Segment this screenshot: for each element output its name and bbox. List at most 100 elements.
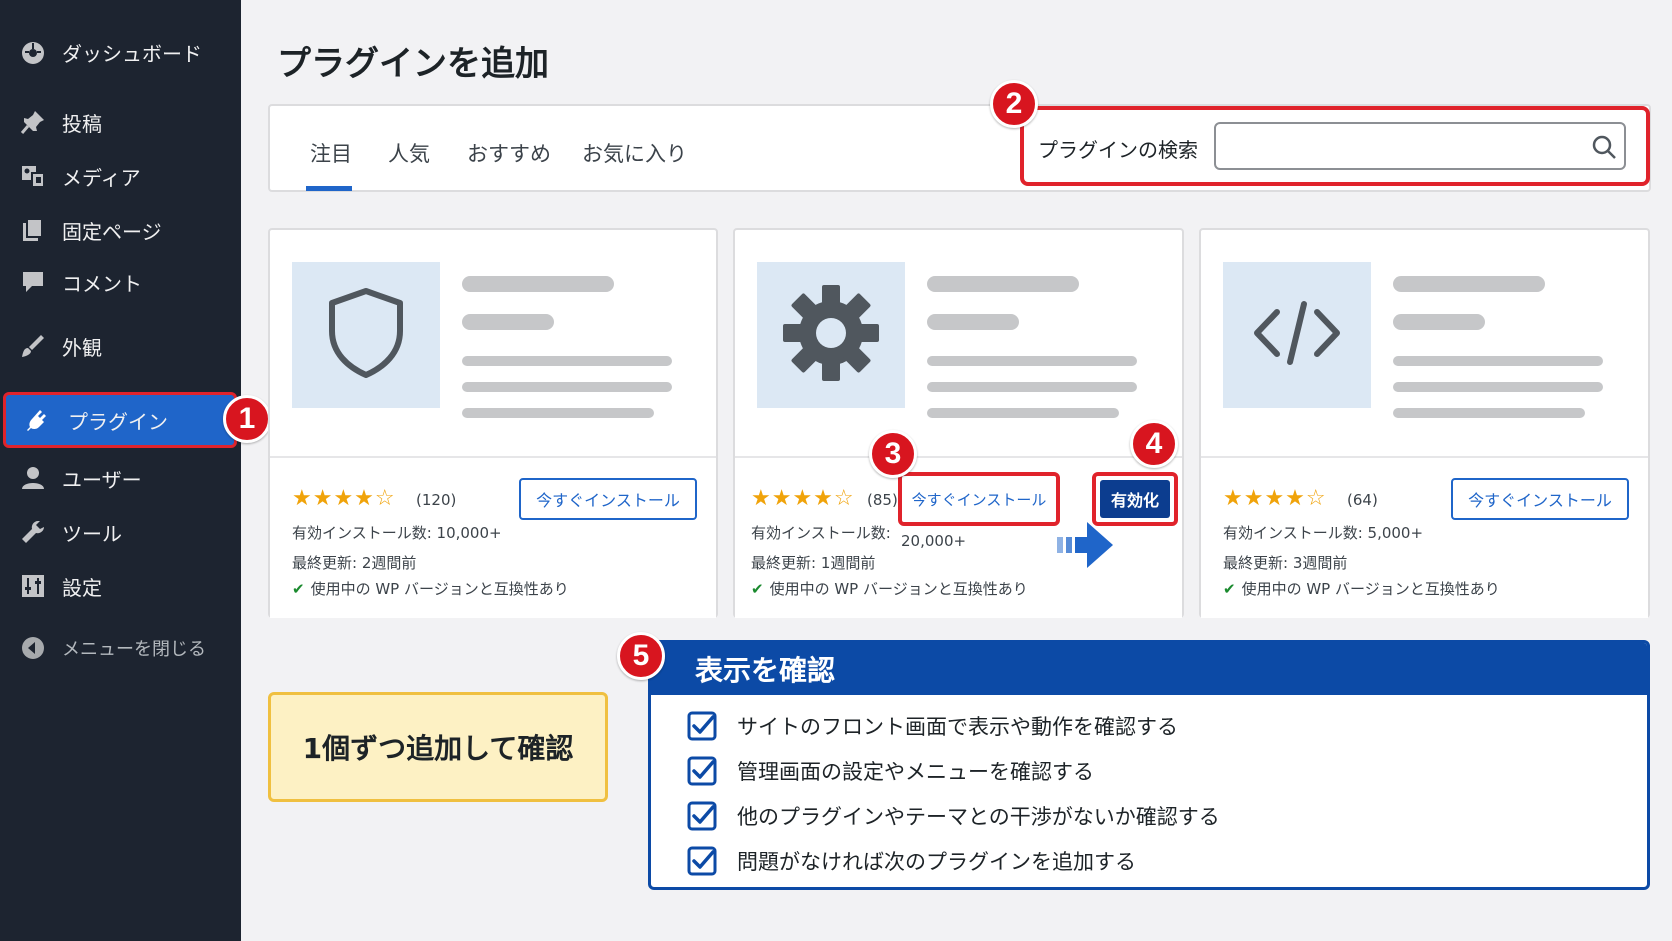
search-label: プラグインの検索 xyxy=(1038,138,1198,162)
settings-icon xyxy=(18,572,48,600)
placeholder-line xyxy=(1393,276,1545,292)
tab-featured[interactable]: 注目 xyxy=(310,138,352,168)
sidebar-collapse-menu[interactable]: メニューを閉じる xyxy=(0,624,241,672)
active-installs-label: 有効インストール数: xyxy=(751,524,891,542)
activate-button[interactable]: 有効化 xyxy=(1100,480,1170,518)
sidebar-item-label: メディア xyxy=(62,165,141,190)
checklist-item: 他のプラグインやテーマとの干渉がないか確認する xyxy=(687,801,1220,831)
plugin-card: ★★★★☆ (64) 有効インストール数: 5,000+ 最終更新: 3週間前 … xyxy=(1199,228,1650,618)
step-badge-4: 4 xyxy=(1130,420,1178,468)
plugin-thumbnail xyxy=(292,262,440,408)
star-rating: ★★★★☆ xyxy=(292,486,396,511)
star-rating: ★★★★☆ xyxy=(751,486,855,511)
tab-favorites[interactable]: お気に入り xyxy=(582,138,687,168)
check-icon: ✔ xyxy=(292,580,305,598)
tip-note: 1個ずつ追加して確認 xyxy=(268,692,608,802)
sidebar-item-posts[interactable]: 投稿 xyxy=(0,98,241,146)
sidebar-item-label: 外観 xyxy=(62,335,102,360)
sidebar-item-label: ダッシュボード xyxy=(62,41,202,66)
step-badge-5: 5 xyxy=(617,632,665,680)
step-badge-2: 2 xyxy=(990,80,1038,128)
compatibility-note: ✔ 使用中の WP バージョンと互換性あり xyxy=(751,580,1028,598)
plugin-thumbnail xyxy=(757,262,905,408)
collapse-icon xyxy=(18,634,48,662)
sidebar-item-label: 設定 xyxy=(62,575,102,600)
sidebar-item-media[interactable]: メディア xyxy=(0,152,241,200)
placeholder-line xyxy=(1393,314,1485,330)
plugin-thumbnail xyxy=(1223,262,1371,408)
comment-icon xyxy=(18,268,48,296)
sidebar-item-tools[interactable]: ツール xyxy=(0,508,241,556)
placeholder-line xyxy=(927,382,1137,392)
placeholder-line xyxy=(1393,408,1585,418)
tab-popular[interactable]: 人気 xyxy=(388,138,430,168)
verify-checklist-panel: 表示を確認 サイトのフロント画面で表示や動作を確認する 管理画面の設定やメニュー… xyxy=(648,640,1650,890)
page-title: プラグインを追加 xyxy=(277,44,549,84)
sidebar-item-label: コメント xyxy=(62,271,142,296)
plugin-card: ★★★★☆ (85) 有効インストール数: 20,000+ 最終更新: 1週間前… xyxy=(733,228,1184,618)
active-installs: 有効インストール数: 10,000+ xyxy=(292,524,502,542)
checklist-item: サイトのフロント画面で表示や動作を確認する xyxy=(687,711,1178,741)
checklist-item: 問題がなければ次のプラグインを追加する xyxy=(687,846,1136,876)
plugin-icon xyxy=(24,406,54,434)
active-installs-value: 20,000+ xyxy=(901,532,967,550)
admin-sidebar: ダッシュボード 投稿 メディア 固定ページ コメント 外観 プラグイン ユーザー… xyxy=(0,0,241,941)
checkbox-checked-icon xyxy=(687,711,717,741)
sidebar-item-label: プラグイン xyxy=(68,409,168,434)
last-updated: 最終更新: 2週間前 xyxy=(292,554,417,572)
active-installs: 有効インストール数: 5,000+ xyxy=(1223,524,1424,542)
page-icon xyxy=(18,216,48,244)
placeholder-line xyxy=(462,408,654,418)
checkbox-checked-icon xyxy=(687,756,717,786)
sidebar-item-label: 投稿 xyxy=(62,111,102,136)
placeholder-line xyxy=(1393,382,1603,392)
checkbox-checked-icon xyxy=(687,801,717,831)
check-icon: ✔ xyxy=(751,580,764,598)
sidebar-item-label: メニューを閉じる xyxy=(62,639,206,660)
active-tab-indicator xyxy=(306,186,352,191)
step-badge-1: 1 xyxy=(223,395,271,443)
dashboard-icon xyxy=(18,38,48,66)
sidebar-item-plugins[interactable]: プラグイン xyxy=(3,392,237,448)
last-updated: 最終更新: 1週間前 xyxy=(751,554,876,572)
rating-count: (64) xyxy=(1347,491,1378,509)
placeholder-line xyxy=(462,314,554,330)
checklist-item: 管理画面の設定やメニューを確認する xyxy=(687,756,1094,786)
install-now-button[interactable]: 今すぐインストール xyxy=(1451,478,1629,520)
placeholder-line xyxy=(462,276,614,292)
rating-count: (120) xyxy=(416,491,457,509)
last-updated: 最終更新: 3週間前 xyxy=(1223,554,1348,572)
brush-icon xyxy=(18,332,48,360)
sidebar-item-comments[interactable]: コメント xyxy=(0,258,241,306)
install-now-button[interactable]: 今すぐインストール xyxy=(906,478,1052,520)
sidebar-item-label: 固定ページ xyxy=(62,219,162,244)
tab-recommended[interactable]: おすすめ xyxy=(467,138,551,168)
sidebar-item-label: ユーザー xyxy=(62,467,142,492)
pin-icon xyxy=(18,108,48,136)
placeholder-line xyxy=(462,356,672,366)
compatibility-note: ✔ 使用中の WP バージョンと互換性あり xyxy=(292,580,569,598)
check-icon: ✔ xyxy=(1223,580,1236,598)
wrench-icon xyxy=(18,518,48,546)
placeholder-line xyxy=(927,356,1137,366)
user-icon xyxy=(18,464,48,492)
media-icon xyxy=(18,162,48,190)
checklist-title: 表示を確認 xyxy=(651,643,1647,695)
placeholder-line xyxy=(927,408,1119,418)
search-icon[interactable] xyxy=(1591,134,1617,164)
placeholder-line xyxy=(927,276,1079,292)
sidebar-item-appearance[interactable]: 外観 xyxy=(0,322,241,370)
placeholder-line xyxy=(1393,356,1603,366)
plugin-search-highlight: プラグインの検索 xyxy=(1020,106,1650,186)
placeholder-line xyxy=(927,314,1019,330)
compatibility-note: ✔ 使用中の WP バージョンと互換性あり xyxy=(1223,580,1500,598)
sidebar-item-pages[interactable]: 固定ページ xyxy=(0,206,241,254)
code-icon xyxy=(1249,298,1345,372)
plugin-search-input[interactable] xyxy=(1214,122,1626,170)
install-now-button[interactable]: 今すぐインストール xyxy=(519,478,697,520)
sidebar-item-settings[interactable]: 設定 xyxy=(0,562,241,610)
sidebar-item-dashboard[interactable]: ダッシュボード xyxy=(0,28,241,76)
sidebar-item-users[interactable]: ユーザー xyxy=(0,454,241,502)
sidebar-item-label: ツール xyxy=(62,521,122,546)
rating-count: (85) xyxy=(867,491,898,509)
